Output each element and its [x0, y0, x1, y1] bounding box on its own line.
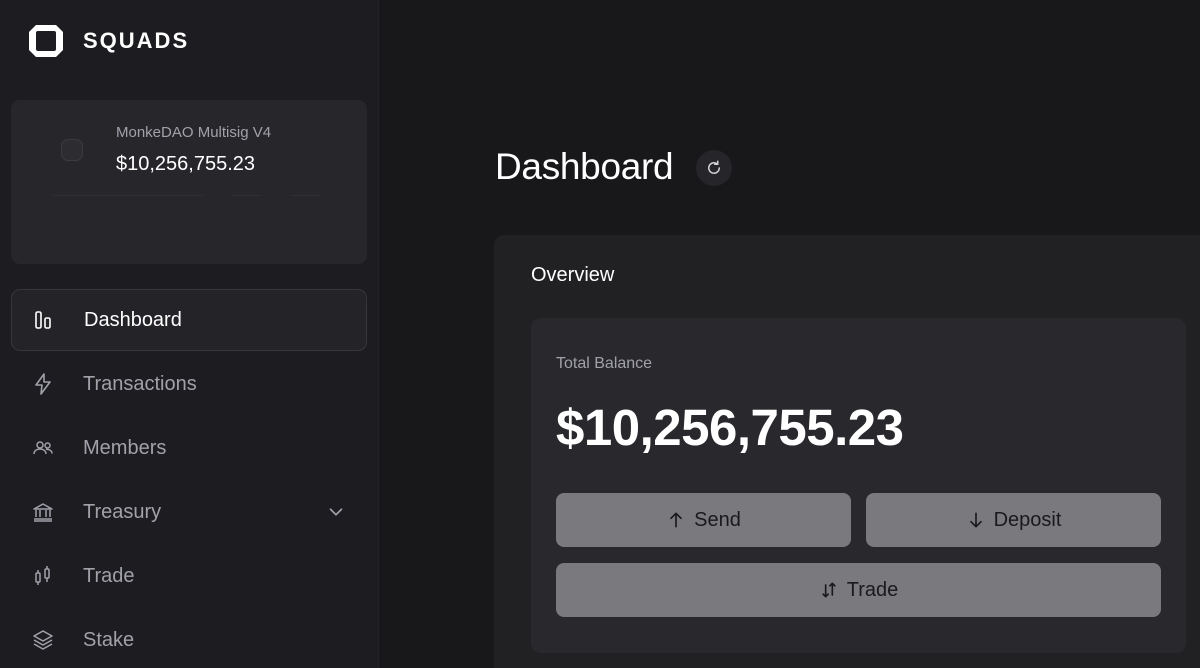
send-label: Send — [694, 508, 741, 531]
main-content: Dashboard Overview Total Balance $10,256… — [380, 0, 1200, 668]
sidebar-item-trade[interactable]: Trade — [11, 545, 367, 607]
wallet-divider — [53, 195, 203, 196]
arrow-down-icon — [969, 512, 982, 528]
page-title: Dashboard — [495, 146, 674, 187]
brand-name: SQUADS — [83, 28, 190, 53]
deposit-button[interactable]: Deposit — [866, 493, 1161, 547]
sidebar-item-members[interactable]: Members — [11, 417, 367, 479]
wallet-divider — [291, 195, 321, 196]
lightning-icon — [31, 372, 55, 396]
sidebar-item-dashboard[interactable]: Dashboard — [11, 289, 367, 351]
layers-icon — [31, 628, 55, 652]
bank-icon — [31, 500, 55, 524]
users-icon — [31, 436, 55, 460]
balance-card: Total Balance $10,256,755.23 Send Deposi… — [531, 318, 1186, 653]
total-balance-value: $10,256,755.23 — [556, 399, 904, 456]
send-button[interactable]: Send — [556, 493, 851, 547]
bar-columns-icon — [32, 308, 56, 332]
sidebar-item-transactions[interactable]: Transactions — [11, 353, 367, 415]
app-window: SQUADS MonkeDAO Multisig V4 $10,256,755.… — [0, 0, 1200, 668]
swap-arrows-icon — [822, 582, 836, 598]
sidebar-item-label: Members — [83, 436, 167, 459]
squads-logo-icon — [29, 25, 63, 57]
chevron-down-icon[interactable] — [325, 501, 347, 523]
overview-panel: Overview Total Balance $10,256,755.23 Se… — [494, 235, 1200, 668]
wallet-avatar — [61, 139, 83, 161]
candlestick-icon — [31, 564, 55, 588]
logo[interactable]: SQUADS — [27, 23, 189, 59]
trade-label: Trade — [846, 578, 899, 601]
trade-button[interactable]: Trade — [556, 563, 1161, 617]
sidebar-item-label: Treasury — [83, 500, 162, 523]
refresh-icon — [708, 160, 720, 174]
refresh-button[interactable] — [696, 150, 732, 186]
sidebar-item-stake[interactable]: Stake — [11, 609, 367, 668]
sidebar-item-label: Stake — [83, 628, 135, 651]
total-balance-label: Total Balance — [556, 355, 653, 372]
sidebar-item-label: Dashboard — [84, 308, 182, 331]
wallet-balance: $10,256,755.23 — [116, 153, 256, 175]
sidebar: SQUADS MonkeDAO Multisig V4 $10,256,755.… — [0, 0, 379, 668]
sidebar-item-label: Trade — [83, 564, 135, 587]
sidebar-item-treasury[interactable]: Treasury — [11, 481, 367, 543]
overview-title: Overview — [531, 264, 615, 286]
wallet-card[interactable]: MonkeDAO Multisig V4 $10,256,755.23 — [11, 100, 367, 264]
wallet-name: MonkeDAO Multisig V4 — [116, 124, 272, 141]
sidebar-item-label: Transactions — [83, 372, 197, 395]
wallet-divider — [231, 195, 261, 196]
arrow-up-icon — [670, 512, 682, 528]
deposit-label: Deposit — [993, 508, 1062, 531]
